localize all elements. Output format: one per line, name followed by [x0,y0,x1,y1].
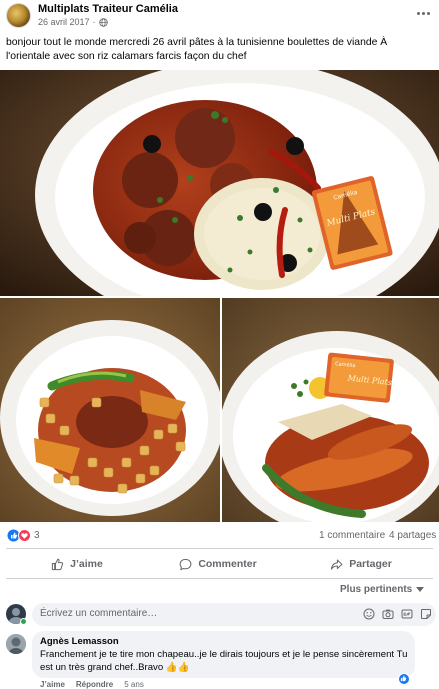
comment-sort-dropdown[interactable]: Plus pertinents [340,584,425,595]
globe-icon [98,17,108,27]
share-button-label: Partager [349,558,392,570]
speech-bubble-icon [179,558,192,570]
commenter-avatar[interactable] [6,634,26,654]
like-icon [7,529,20,542]
comment-actions: J’aime Répondre 5 ans [40,680,144,689]
comment-button-label: Commenter [198,558,257,570]
meta-separator: · [92,17,96,27]
comment-input-placeholder: Écrivez un commentaire… [40,608,158,619]
post-date-link[interactable]: 26 avril 2017 [38,17,90,27]
comment-like-reaction-icon[interactable] [398,673,410,685]
more-options-icon[interactable] [413,6,433,20]
page-avatar[interactable] [6,3,31,28]
comment-button[interactable]: Commenter [148,552,288,576]
page-name-link[interactable]: Multiplats Traiteur Camélia [38,3,178,15]
reaction-count[interactable]: 3 [34,530,40,541]
post-meta: 26 avril 2017 · [38,17,108,27]
thumbs-up-icon [52,558,64,570]
comment-time[interactable]: 5 ans [124,680,144,689]
sticker-icon[interactable] [420,608,432,620]
camera-icon[interactable] [382,608,394,620]
post-photo-1[interactable]: Multi Plats Camélia [0,70,439,296]
post-text: bonjour tout le monde mercredi 26 avril … [6,37,388,62]
reactions-bar: 3 1 commentaire 4 partages [0,525,439,547]
comment-author-link[interactable]: Agnès Lemasson [40,636,119,647]
comment-input-tools [363,608,432,620]
caret-down-icon [416,587,425,592]
comment-text: Franchement je te tire mon chapeau..je l… [40,649,408,673]
divider-bottom [6,578,433,579]
comment-sort-label: Plus pertinents [340,584,413,595]
like-button[interactable]: J’aime [8,552,146,576]
divider-top [6,548,433,549]
comment-input[interactable]: Écrivez un commentaire… [32,603,436,626]
comment-bubble: Agnès Lemasson Franchement je te tire mo… [32,631,415,678]
share-button[interactable]: Partager [290,552,432,576]
reaction-icons[interactable] [7,529,31,542]
love-icon [18,529,31,542]
comment-reply-link[interactable]: Répondre [76,680,113,689]
emoji-icon[interactable] [363,608,375,620]
share-arrow-icon [331,559,343,570]
online-status-dot [20,618,27,625]
comment-count-link[interactable]: 1 commentaire [319,530,385,541]
post-photo-3[interactable]: Multi Plats Camélia [222,298,439,522]
gif-icon[interactable] [401,608,413,620]
share-count-link[interactable]: 4 partages [389,530,436,541]
like-button-label: J’aime [70,558,103,570]
post-photo-2[interactable] [0,298,220,522]
comment-like-link[interactable]: J’aime [40,680,65,689]
post-header: Multiplats Traiteur Camélia 26 avril 201… [0,0,439,34]
